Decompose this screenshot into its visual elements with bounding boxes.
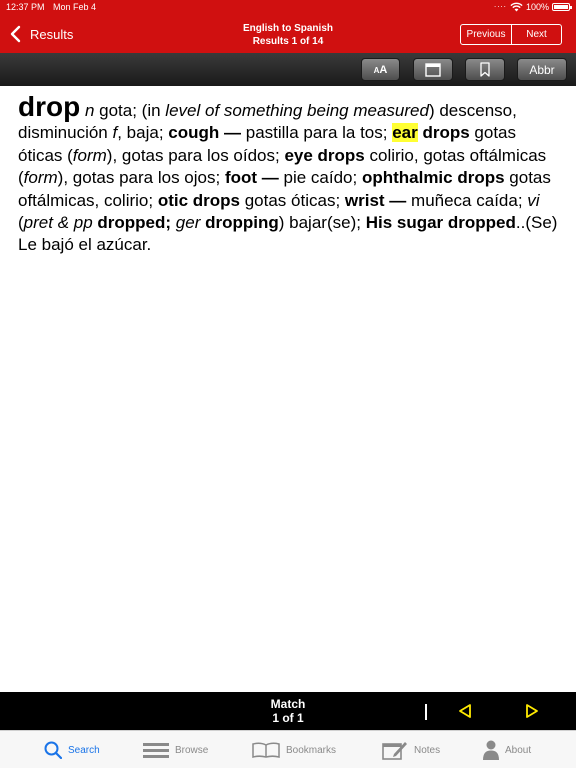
entry-phrase: dropping [205,213,279,233]
tab-label: Notes [414,744,441,756]
entry-italic: pret & pp [23,213,93,233]
entry-italic: form [72,145,107,165]
entry-phrase: eye drops [284,145,365,165]
entry-phrase: drops [422,123,470,143]
text-cursor [425,704,427,720]
person-icon [483,740,499,760]
entry-text: ), gotas para los oídos; [106,145,285,165]
tab-notes[interactable]: Notes [382,731,440,768]
entry-text: ) bajar(se); [278,213,366,233]
prev-next-control: Previous Next [460,24,562,45]
tab-label: Search [68,744,100,756]
abbr-button[interactable]: Abbr [517,58,567,81]
battery-icon [552,3,572,11]
window-icon [425,62,441,77]
wifi-icon [510,2,523,12]
page-title: English to Spanish Results 1 of 14 [180,22,396,48]
tab-bar: Search Browse Bookmarks Notes About [0,730,576,768]
back-results-button[interactable]: Results [8,25,73,43]
tab-browse[interactable]: Browse [143,731,208,768]
tab-bookmarks[interactable]: Bookmarks [252,731,336,768]
entry-italic: ger [175,213,201,233]
toolbar: AA Abbr [0,53,576,86]
headword: drop [18,91,81,122]
entry-phrase: wrist [344,190,385,210]
browse-icon [143,743,169,758]
previous-button[interactable]: Previous [461,25,511,44]
battery-percent: 100% [526,2,550,12]
dictionary-entry: drop n gota; (in level of something bein… [18,93,558,257]
font-size-button[interactable]: AA [361,58,400,81]
font-size-icon: AA [373,63,388,76]
back-label: Results [30,26,74,42]
entry-phrase: foot [224,168,258,188]
book-icon [252,742,280,758]
next-button[interactable]: Next [511,25,561,44]
match-bar: Match 1 of 1 [0,692,576,730]
entry-text: gota; (in [94,101,166,120]
tab-label: Bookmarks [286,744,337,756]
tab-about[interactable]: About [483,731,531,768]
chevron-left-icon [10,25,21,43]
title-line-2: Results 1 of 14 [252,36,324,47]
abbr-label: Abbr [529,62,555,77]
fullscreen-button[interactable] [413,58,453,81]
entry-text: ), gotas para los ojos; [57,168,225,188]
entry-text: muñeca caída; [411,190,528,210]
entry-text: , baja; [117,123,169,143]
previous-match-icon[interactable] [458,703,472,719]
entry-italic: level of something being measured [165,101,429,120]
bookmark-icon [480,62,490,77]
entry-phrase: otic drops [157,190,240,210]
entry-dash: — [219,123,246,143]
entry-dash: — [384,190,412,210]
next-match-icon[interactable] [525,703,539,719]
match-label: Match [270,697,306,711]
entry-phrase: dropped; [97,213,172,233]
entry-italic: form [23,168,58,188]
status-dots: .... [494,0,507,9]
entry-text: pie caído; [283,168,362,188]
search-highlight: ear [392,123,418,143]
header-bar: 12:37 PM Mon Feb 4 .... 100% Results Eng… [0,0,576,53]
tab-search[interactable]: Search [44,731,100,768]
bookmark-button[interactable] [465,58,505,81]
tab-label: Browse [175,744,209,756]
status-date: Mon Feb 4 [53,2,97,12]
entry-italic: vi [527,190,540,210]
status-time: 12:37 PM [6,2,45,12]
entry-text: gotas óticas; [240,190,345,210]
search-icon [44,741,62,759]
title-line-1: English to Spanish [242,23,333,34]
entry-text: pastilla para la tos; [245,123,393,143]
entry-dash: — [257,168,284,188]
pos-label: n [84,101,95,120]
match-counter: Match 1 of 1 [248,697,328,725]
entry-phrase: ophthalmic drops [361,168,505,188]
notes-icon [382,742,407,760]
match-count: 1 of 1 [272,711,304,725]
entry-phrase: cough [168,123,220,143]
tab-label: About [505,744,532,756]
entry-phrase: His sugar dropped [365,213,516,233]
